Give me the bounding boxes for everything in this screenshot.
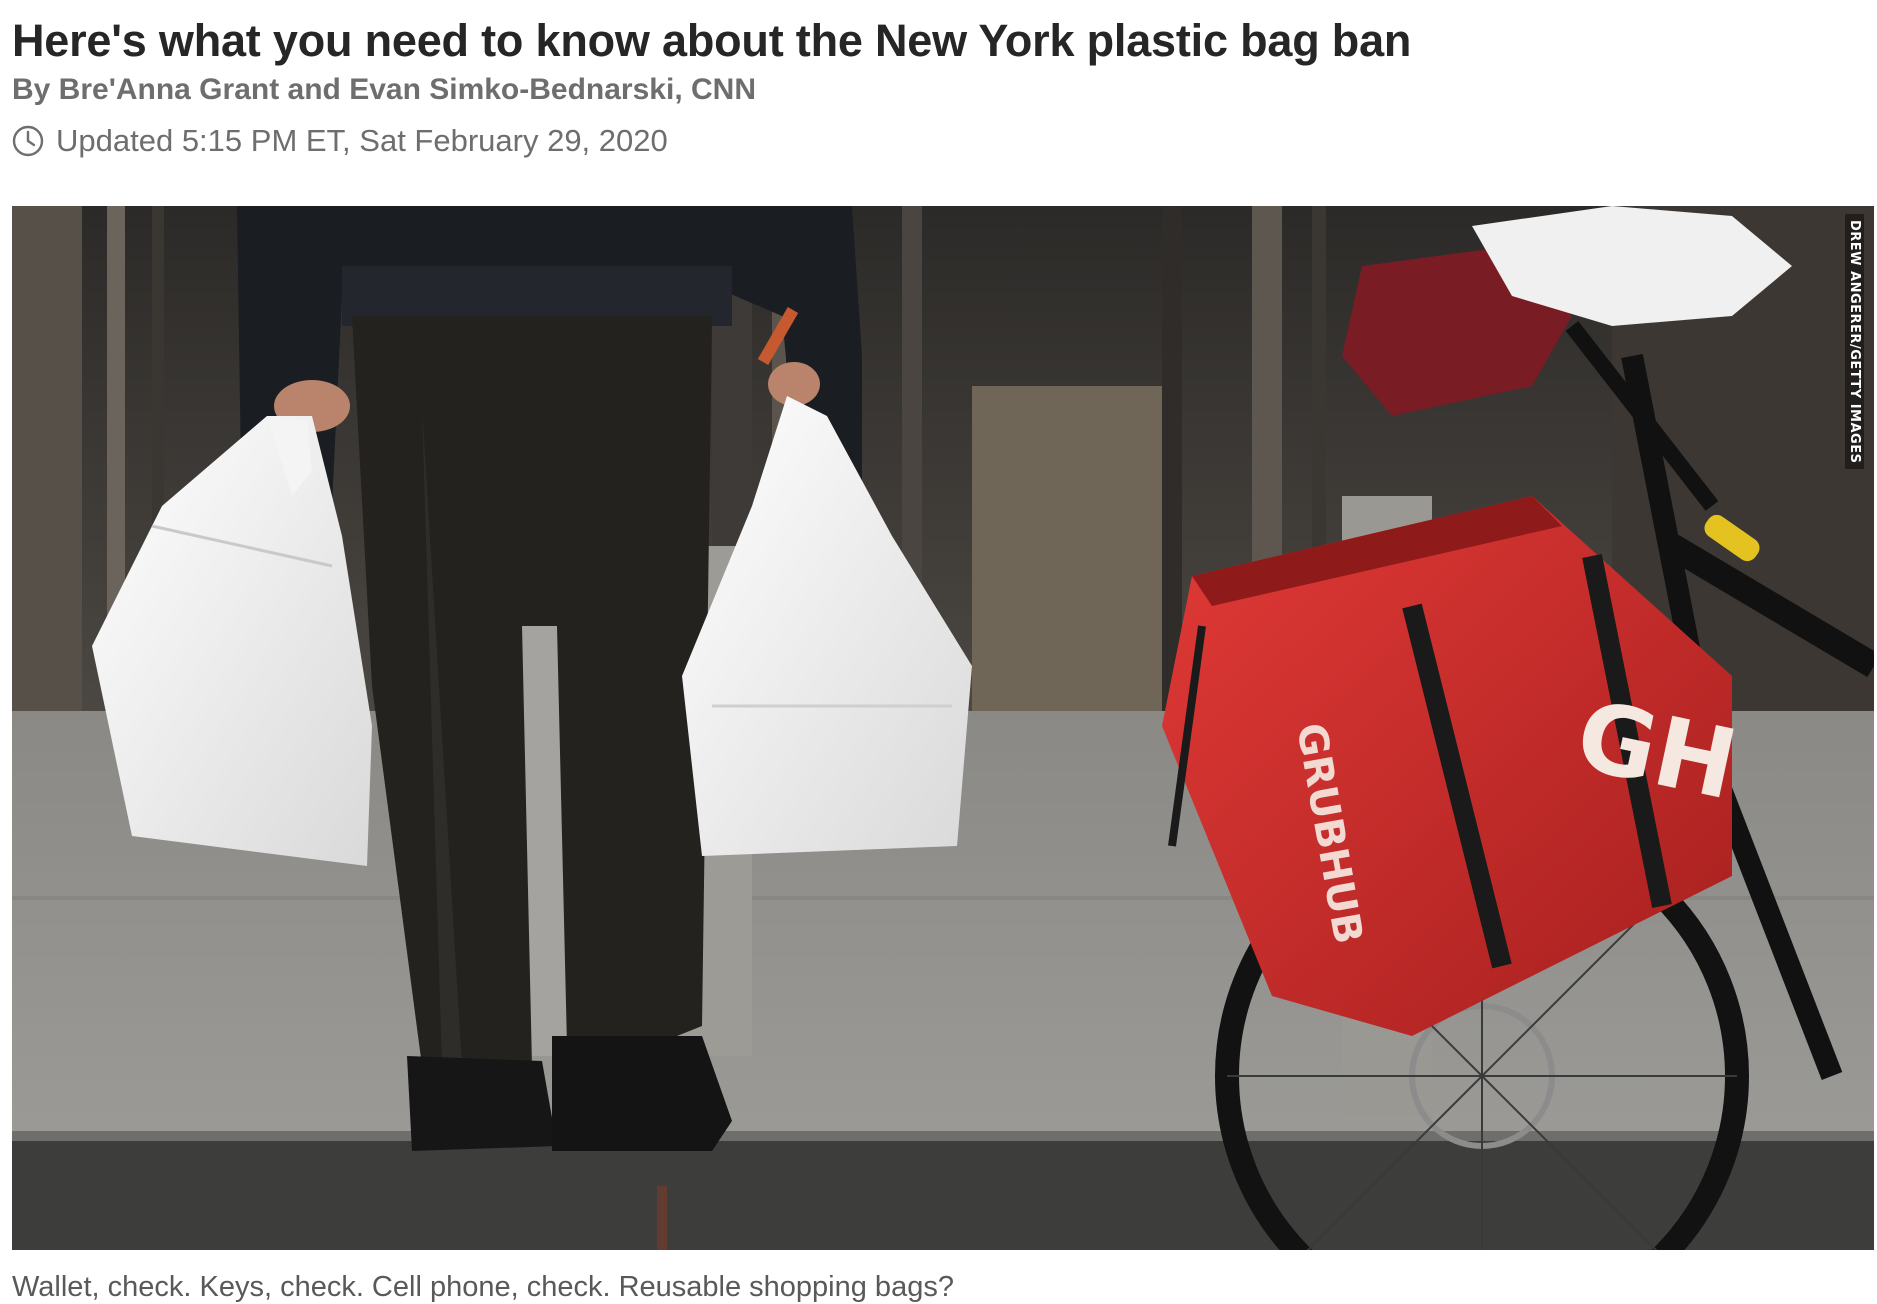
article-timestamp: Updated 5:15 PM ET, Sat February 29, 202… <box>12 122 1862 160</box>
photo-illustration: GH GRUBHUB <box>12 206 1874 1250</box>
article-header: Here's what you need to know about the N… <box>12 0 1862 160</box>
timestamp-text: Updated 5:15 PM ET, Sat February 29, 202… <box>56 123 668 158</box>
article-headline: Here's what you need to know about the N… <box>12 15 1412 66</box>
clock-icon <box>12 125 44 157</box>
lead-photo[interactable]: GH GRUBHUB DREW ANGERER/GETTY IMAGES <box>12 206 1874 1250</box>
photo-credit: DREW ANGERER/GETTY IMAGES <box>1845 214 1864 470</box>
article-byline: By Bre'Anna Grant and Evan Simko-Bednars… <box>12 73 756 106</box>
photo-caption: Wallet, check. Keys, check. Cell phone, … <box>12 1271 954 1303</box>
